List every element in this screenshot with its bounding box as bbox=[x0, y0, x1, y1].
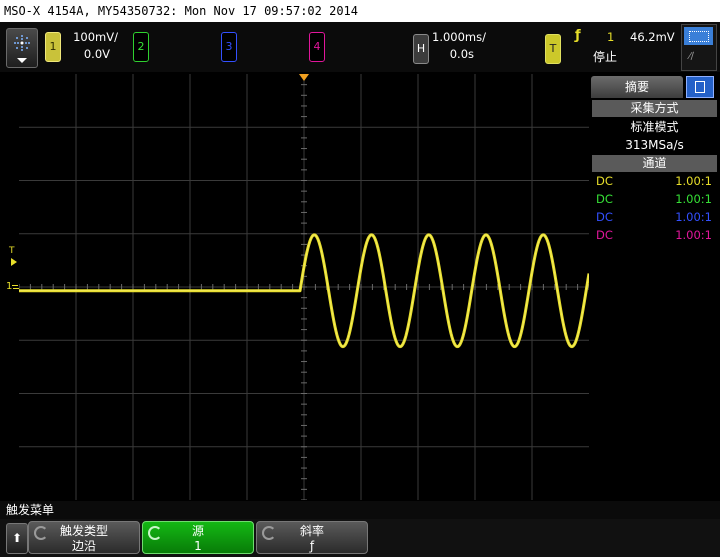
ground-icon bbox=[12, 285, 18, 286]
sample-rate: 313MSa/s bbox=[625, 138, 684, 152]
timebase-value: 1.000ms/ bbox=[432, 30, 486, 44]
list-icon bbox=[695, 81, 705, 93]
trigger-type-softkey[interactable]: 触发类型 边沿 bbox=[28, 521, 140, 554]
top-toolbar: 1 100mV/ 0.0V 2 3 4 H 1.000ms/ 0.0s T ƒ … bbox=[0, 22, 720, 72]
delay-value: 0.0s bbox=[449, 47, 474, 61]
run-status: 停止 bbox=[593, 50, 618, 64]
knob-icon bbox=[148, 526, 162, 540]
knob-icon bbox=[262, 526, 276, 540]
trigger-slope-softkey[interactable]: 斜率 ƒ bbox=[256, 521, 368, 554]
trigger-slope-icon: ƒ bbox=[575, 28, 581, 43]
display-mode-button[interactable]: ⁄∕ bbox=[681, 24, 717, 71]
main-menu-button[interactable] bbox=[6, 28, 38, 68]
waveform-graticule[interactable] bbox=[19, 74, 589, 500]
softkey-menu-title: 触发菜单 bbox=[0, 501, 720, 519]
summary-panel: 摘要 采集方式 标准模式 313MSa/s 通道 DC 1.00:1 DC 1.… bbox=[591, 74, 718, 500]
oscilloscope-screen: 1 100mV/ 0.0V 2 3 4 H 1.000ms/ 0.0s T ƒ … bbox=[0, 22, 720, 557]
keysight-logo-icon bbox=[14, 35, 30, 51]
knob-icon bbox=[34, 526, 48, 540]
ramp-icon: ⁄∕ bbox=[689, 51, 695, 62]
channel-4-button[interactable]: 4 bbox=[309, 32, 325, 62]
channel-3-button[interactable]: 3 bbox=[221, 32, 237, 62]
trigger-source: 1 bbox=[607, 30, 615, 44]
trigger-source-softkey[interactable]: 源 1 bbox=[142, 521, 254, 554]
channel-1-button[interactable]: 1 bbox=[45, 32, 61, 62]
screen-icon bbox=[689, 31, 709, 42]
tab-summary[interactable]: 摘要 bbox=[591, 76, 683, 98]
channel-1-scale: 100mV/ bbox=[73, 30, 118, 44]
panel-menu-button[interactable] bbox=[686, 76, 714, 98]
chevron-down-icon bbox=[17, 58, 27, 63]
trigger-level: 46.2mV bbox=[630, 30, 675, 44]
trigger-level-marker: T bbox=[9, 246, 15, 256]
channel-1-offset: 0.0V bbox=[83, 47, 110, 61]
channel-1-ground-marker: 1 bbox=[6, 281, 13, 292]
horizontal-settings[interactable]: 1.000ms/ 0.0s bbox=[432, 29, 486, 63]
channel-1-settings[interactable]: 100mV/ 0.0V bbox=[66, 29, 118, 63]
trigger-level-arrow-icon bbox=[11, 258, 17, 266]
channels-header: 通道 bbox=[592, 155, 717, 172]
acquisition-mode: 标准模式 bbox=[630, 120, 679, 134]
menu-back-button[interactable]: ⬆ bbox=[6, 523, 28, 554]
horizontal-button[interactable]: H bbox=[413, 34, 429, 64]
window-title: MSO-X 4154A, MY54350732: Mon Nov 17 09:5… bbox=[0, 0, 720, 22]
acquisition-header: 采集方式 bbox=[592, 100, 717, 117]
trigger-button[interactable]: T bbox=[545, 34, 561, 64]
softkey-bar: ⬆ 触发类型 边沿 源 1 斜率 ƒ bbox=[0, 519, 720, 557]
channel-2-button[interactable]: 2 bbox=[133, 32, 149, 62]
